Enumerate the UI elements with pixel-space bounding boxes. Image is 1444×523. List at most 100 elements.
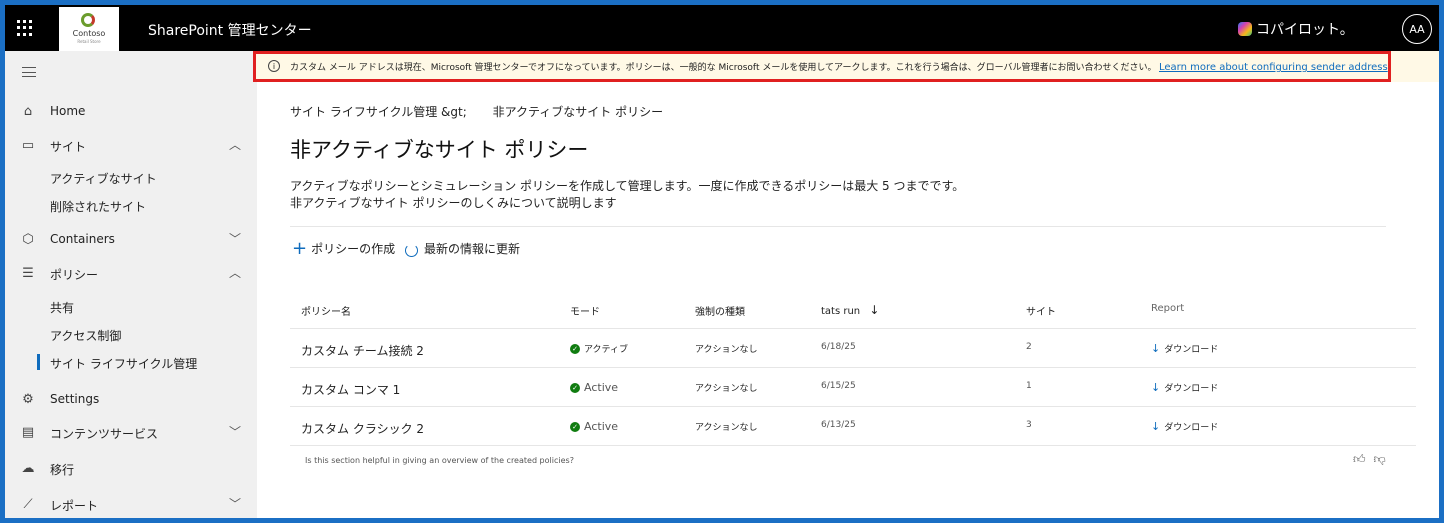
breadcrumb-current: 非アクティブなサイト ポリシー [492, 105, 664, 119]
banner-background [1391, 51, 1439, 82]
app-window: Contoso Retail Store SharePoint 管理センター コ… [5, 5, 1439, 518]
sidebar-item-label: アクティブなサイト [50, 172, 157, 186]
table-row[interactable]: カスタム クラシック 2 ✓ Active アクションなし 6/13/25 3 … [290, 407, 1416, 446]
column-header-mode[interactable]: モード [570, 303, 600, 318]
avatar[interactable]: AA [1402, 14, 1432, 44]
page-description: アクティブなポリシーとシミュレーション ポリシーを作成して管理します。一度に作成… [290, 179, 965, 193]
sidebar-item-label: Settings [50, 392, 100, 406]
learn-more-link[interactable]: 非アクティブなサイト ポリシーのしくみについて説明します [290, 194, 617, 211]
sidebar-item-settings[interactable]: ⚙ Settings [5, 385, 257, 413]
contoso-logo[interactable]: Contoso Retail Store [59, 7, 119, 51]
sidebar-item-deleted-sites[interactable]: 削除されたサイト [5, 193, 257, 219]
feedback-buttons: 👍︎ 👎︎ [1353, 452, 1386, 467]
sidebar-item-reports[interactable]: ⟋ レポート ﹀ [5, 490, 257, 518]
sidebar-item-label: 削除されたサイト [50, 200, 147, 214]
sidebar-item-label: コンテンツサービス [50, 427, 159, 441]
logo-name: Contoso [72, 29, 106, 38]
policies-icon: ☰ [22, 265, 34, 281]
sidebar-item-label: ポリシー [50, 268, 99, 282]
checkmark-circle-icon: ✓ [570, 382, 580, 393]
last-run-cell: 6/15/25 [821, 381, 856, 391]
download-icon: ↓ [1151, 342, 1161, 355]
policy-name[interactable]: カスタム クラシック 2 [301, 420, 424, 437]
mode-label: アクティブ [584, 345, 629, 355]
sidebar-item-label: 移行 [50, 463, 75, 477]
logo-tagline: Retail Store [77, 39, 101, 44]
feedback-question: Is this section helpful in giving an ove… [305, 456, 574, 465]
sites-cell: 3 [1026, 420, 1032, 430]
mode-label: Active [584, 381, 619, 394]
sidebar-item-access-control[interactable]: アクセス制御 [5, 322, 257, 348]
chevron-up-icon: ︿ [229, 266, 242, 280]
sites-cell: 2 [1026, 342, 1032, 352]
breadcrumb-parent[interactable]: サイト ライフサイクル管理 &gt; [290, 105, 467, 119]
banner-learn-more-link[interactable]: Learn more about configuring sender addr… [1159, 62, 1388, 73]
app-launcher-icon[interactable] [17, 20, 33, 36]
migration-icon: ☁ [21, 460, 35, 476]
policy-name[interactable]: カスタム チーム接続 2 [301, 342, 424, 359]
sidebar-item-sites[interactable]: ▭ サイト ︿ [5, 131, 257, 159]
hamburger-menu-icon[interactable] [22, 67, 36, 77]
home-icon: ⌂ [23, 103, 33, 119]
download-report-button[interactable]: ↓ ダウンロード [1151, 420, 1218, 433]
chevron-down-icon: ﹀ [229, 232, 242, 246]
table-row[interactable]: カスタム コンマ 1 ✓ Active アクションなし 6/15/25 1 ↓ … [290, 368, 1416, 407]
download-icon: ↓ [1151, 420, 1161, 433]
sidebar-item-active-sites[interactable]: アクティブなサイト [5, 165, 257, 191]
column-header-enforcement[interactable]: 強制の種類 [695, 303, 745, 318]
column-header-report[interactable]: Report [1151, 303, 1184, 314]
containers-icon: ⬡ [22, 231, 34, 247]
page-title: 非アクティブなサイト ポリシー [290, 138, 589, 162]
refresh-icon [405, 244, 418, 257]
sidebar-item-policies[interactable]: ☰ ポリシー ︿ [5, 259, 257, 287]
active-indicator [37, 354, 40, 370]
sidebar-item-label: サイト ライフサイクル管理 [50, 357, 198, 371]
copilot-label: コパイロット。 [1256, 22, 1354, 38]
checkmark-circle-icon: ✓ [570, 421, 580, 432]
download-label: ダウンロード [1164, 423, 1219, 433]
sites-cell: 1 [1026, 381, 1032, 391]
create-policy-button[interactable]: + ポリシーの作成 [292, 237, 396, 259]
app-title[interactable]: SharePoint 管理センター [148, 20, 312, 40]
chevron-down-icon: ﹀ [229, 497, 242, 511]
sidebar-item-label: サイト [50, 140, 87, 154]
plus-icon: + [292, 237, 308, 259]
sidebar-item-site-lifecycle[interactable]: サイト ライフサイクル管理 [5, 350, 257, 376]
reports-icon: ⟋ [23, 496, 33, 512]
copilot-button[interactable]: コパイロット。 [1238, 19, 1354, 39]
mode-cell: ✓ Active [570, 381, 618, 394]
sidebar-item-content-services[interactable]: ▤ コンテンツサービス ﹀ [5, 418, 257, 446]
mode-cell: ✓ アクティブ [570, 342, 628, 355]
sites-icon: ▭ [21, 137, 35, 153]
thumbs-up-icon[interactable]: 👍︎ [1353, 452, 1366, 467]
column-header-policy-name[interactable]: ポリシー名 [301, 303, 351, 318]
sidebar-item-label: Home [50, 104, 86, 118]
create-policy-label: ポリシーの作成 [311, 242, 396, 256]
table-row[interactable]: カスタム チーム接続 2 ✓ アクティブ アクションなし 6/18/25 2 ↓… [290, 329, 1416, 368]
copilot-icon [1238, 22, 1252, 36]
sidebar-item-migration[interactable]: ☁ 移行 [5, 454, 257, 482]
refresh-button[interactable]: 最新の情報に更新 [405, 240, 520, 257]
checkmark-circle-icon: ✓ [570, 343, 580, 354]
sidebar-item-label: 共有 [50, 301, 75, 315]
sidebar-item-sharing[interactable]: 共有 [5, 294, 257, 320]
policy-name[interactable]: カスタム コンマ 1 [301, 381, 400, 398]
sidebar: ⌂ Home ▭ サイト ︿ アクティブなサイト 削除されたサイト ⬡ Cont… [5, 51, 257, 518]
download-report-button[interactable]: ↓ ダウンロード [1151, 381, 1218, 394]
download-label: ダウンロード [1164, 384, 1219, 394]
sort-descending-icon: ↓ [869, 303, 880, 317]
download-label: ダウンロード [1164, 345, 1219, 355]
download-icon: ↓ [1151, 381, 1161, 394]
column-header-sites[interactable]: サイト [1026, 303, 1056, 318]
sidebar-item-label: アクセス制御 [50, 329, 122, 343]
column-header-last-run[interactable]: tats run ↓ [821, 303, 879, 317]
download-report-button[interactable]: ↓ ダウンロード [1151, 342, 1218, 355]
main-content: サイト ライフサイクル管理 &gt; 非アクティブなサイト ポリシー 非アクティ… [257, 82, 1439, 518]
last-run-cell: 6/13/25 [821, 420, 856, 430]
sidebar-item-home[interactable]: ⌂ Home [5, 97, 257, 125]
contoso-logo-mark [81, 13, 95, 27]
sidebar-item-containers[interactable]: ⬡ Containers ﹀ [5, 225, 257, 253]
refresh-label: 最新の情報に更新 [424, 242, 521, 256]
breadcrumb: サイト ライフサイクル管理 &gt; 非アクティブなサイト ポリシー [290, 103, 663, 120]
thumbs-down-icon[interactable]: 👎︎ [1374, 452, 1386, 467]
